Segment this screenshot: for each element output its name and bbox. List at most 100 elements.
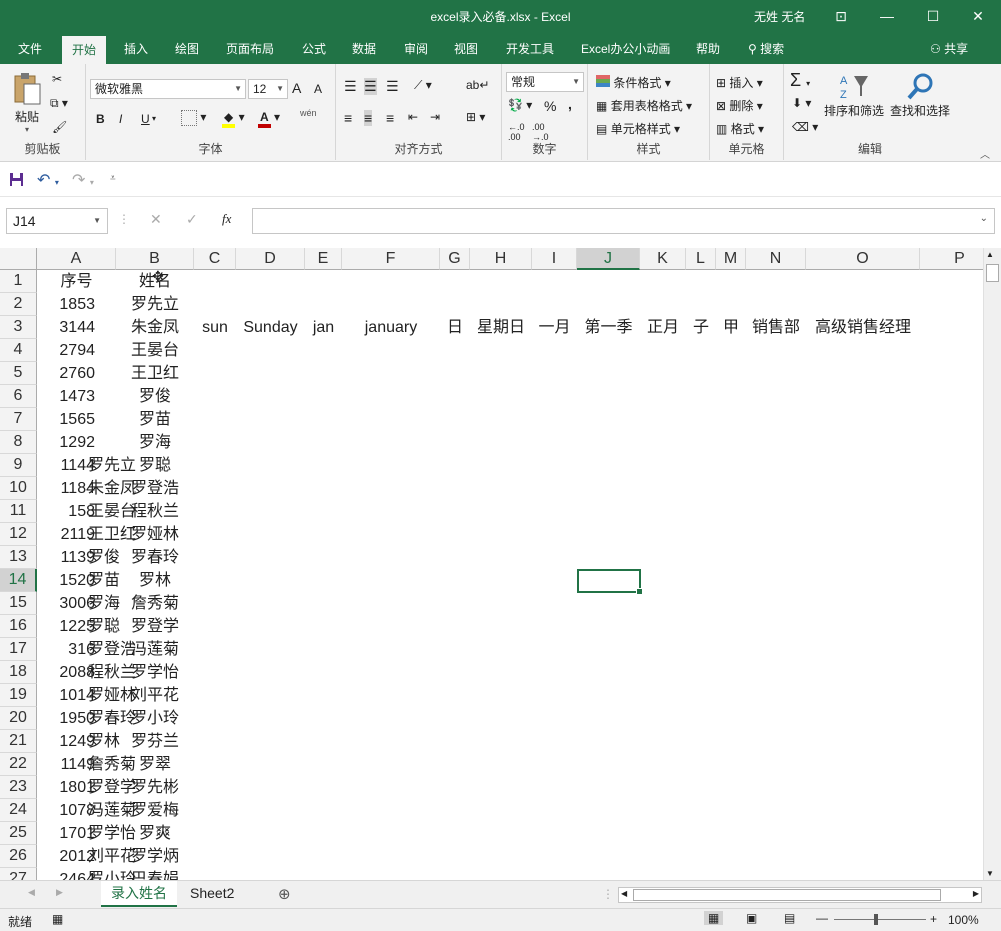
column-header-d[interactable]: D xyxy=(236,248,305,270)
tab-formulas[interactable]: 公式 xyxy=(298,34,330,64)
cell-a20[interactable]: 1950 xyxy=(37,707,95,730)
cell-a16[interactable]: 1225 xyxy=(37,615,95,638)
align-top-icon[interactable]: ☰ xyxy=(344,78,357,95)
align-center-icon[interactable]: ≡ xyxy=(364,110,373,126)
row-header-15[interactable]: 15 xyxy=(0,592,37,615)
cell-overflow-text[interactable]: 朱金凤 xyxy=(88,477,136,500)
cell-b5[interactable]: 王卫红 xyxy=(116,362,194,385)
row-header-7[interactable]: 7 xyxy=(0,408,37,431)
row-header-4[interactable]: 4 xyxy=(0,339,37,362)
tab-data[interactable]: 数据 xyxy=(348,34,380,64)
horizontal-scrollbar[interactable]: ◀ ▶ xyxy=(618,887,982,903)
bold-button[interactable]: B xyxy=(96,112,105,126)
column-header-j[interactable]: J xyxy=(577,248,640,270)
row-header-9[interactable]: 9 xyxy=(0,454,37,477)
find-select-button[interactable]: 查找和选择 xyxy=(890,72,950,119)
align-middle-icon[interactable]: ☰ xyxy=(364,78,377,95)
formula-input[interactable]: ⌄ xyxy=(252,208,995,234)
redo-icon[interactable]: ↷ ▾ xyxy=(72,170,94,190)
collapse-ribbon-icon[interactable]: ︿ xyxy=(980,146,990,161)
sheet-tab-active[interactable]: 录入姓名 xyxy=(101,881,177,907)
cell-b14[interactable]: 罗林 xyxy=(116,569,194,592)
tab-draw[interactable]: 绘图 xyxy=(171,34,203,64)
comma-style-button[interactable]: , xyxy=(568,96,572,112)
macro-record-icon[interactable]: ▦ xyxy=(52,912,63,926)
cell-a9[interactable]: 1144 xyxy=(37,454,95,477)
cell-a18[interactable]: 2088 xyxy=(37,661,95,684)
row-header-24[interactable]: 24 xyxy=(0,799,37,822)
cell-a5[interactable]: 2760 xyxy=(37,362,95,385)
page-layout-view-icon[interactable]: ▣ xyxy=(746,911,757,925)
column-header-n[interactable]: N xyxy=(746,248,806,270)
row-header-22[interactable]: 22 xyxy=(0,753,37,776)
cell-m3[interactable]: 甲 xyxy=(716,316,746,339)
row-header-20[interactable]: 20 xyxy=(0,707,37,730)
prev-sheet-icon[interactable]: ◀ xyxy=(28,887,35,898)
clear-icon[interactable]: ⌫ ▾ xyxy=(792,120,818,134)
cell-overflow-text[interactable]: 王晏台 xyxy=(88,500,136,523)
cell-a6[interactable]: 1473 xyxy=(37,385,95,408)
row-header-16[interactable]: 16 xyxy=(0,615,37,638)
cell-a7[interactable]: 1565 xyxy=(37,408,95,431)
increase-decimal-icon[interactable]: ←.0.00 xyxy=(508,122,525,142)
border-icon[interactable]: ▾ xyxy=(181,110,206,126)
font-name-combo[interactable]: 微软雅黑 ▼ xyxy=(90,79,246,99)
paste-button[interactable]: 粘贴 ▾ xyxy=(10,72,44,134)
customize-qat-icon[interactable]: ⩡ xyxy=(110,173,116,184)
cell-overflow-text[interactable]: 罗聪 xyxy=(88,615,120,638)
user-name[interactable]: 无姓 无名 xyxy=(754,8,805,25)
cell-overflow-text[interactable]: 冯莲菊 xyxy=(88,799,136,822)
row-header-23[interactable]: 23 xyxy=(0,776,37,799)
cell-a14[interactable]: 1520 xyxy=(37,569,95,592)
cell-i3[interactable]: 一月 xyxy=(532,316,577,339)
page-break-view-icon[interactable]: ▤ xyxy=(784,911,795,925)
scroll-up-icon[interactable]: ▲ xyxy=(986,250,994,259)
cell-b4[interactable]: 王晏台 xyxy=(116,339,194,362)
copy-icon[interactable]: ⧉ ▾ xyxy=(50,96,68,111)
insert-function-button[interactable]: fx xyxy=(222,211,231,227)
cell-overflow-text[interactable]: 程秋兰 xyxy=(88,661,136,684)
row-header-8[interactable]: 8 xyxy=(0,431,37,454)
cell-b21[interactable]: 罗芬兰 xyxy=(116,730,194,753)
align-left-icon[interactable]: ≡ xyxy=(344,110,352,126)
cut-icon[interactable]: ✂ xyxy=(52,72,62,86)
tab-insert[interactable]: 插入 xyxy=(120,34,152,64)
column-header-g[interactable]: G xyxy=(440,248,470,270)
conditional-format-button[interactable]: 条件格式 ▾ xyxy=(596,74,671,91)
row-header-12[interactable]: 12 xyxy=(0,523,37,546)
select-all-corner[interactable] xyxy=(0,248,37,270)
cell-overflow-text[interactable]: 罗俊 xyxy=(88,546,120,569)
cell-a13[interactable]: 1139 xyxy=(37,546,95,569)
row-header-6[interactable]: 6 xyxy=(0,385,37,408)
row-header-2[interactable]: 2 xyxy=(0,293,37,316)
worksheet-grid[interactable]: ABCDEFGHIJKLMNOP 1 2 3 4 5 6 7 8 9 10 11 12 13 14 15 16… xyxy=(0,248,983,880)
vertical-scrollbar[interactable]: ▲ ▼ xyxy=(983,248,1001,880)
column-header-e[interactable]: E xyxy=(305,248,342,270)
tab-review[interactable]: 审阅 xyxy=(400,34,432,64)
share-button[interactable]: ⚇ 共享 xyxy=(930,34,968,64)
cell-a17[interactable]: 316 xyxy=(37,638,95,661)
autosum-icon[interactable]: Σ ▾ xyxy=(790,70,810,91)
name-box[interactable]: J14 ▼ xyxy=(6,208,108,234)
align-bottom-icon[interactable]: ☰ xyxy=(386,78,399,95)
cell-c3[interactable]: sun xyxy=(194,316,236,339)
cell-overflow-text[interactable]: 王卫红 xyxy=(88,523,136,546)
cell-a11[interactable]: 158 xyxy=(37,500,95,523)
cell-b8[interactable]: 罗海 xyxy=(116,431,194,454)
cell-a4[interactable]: 2794 xyxy=(37,339,95,362)
column-header-o[interactable]: O xyxy=(806,248,920,270)
cell-overflow-text[interactable]: 罗学怡 xyxy=(88,822,136,845)
cell-f3[interactable]: january xyxy=(342,316,440,339)
cell-a23[interactable]: 1801 xyxy=(37,776,95,799)
column-header-c[interactable]: C xyxy=(194,248,236,270)
italic-button[interactable]: I xyxy=(119,112,122,126)
add-sheet-icon[interactable]: ⊕ xyxy=(278,885,291,903)
merge-center-icon[interactable]: ⊞ ▾ xyxy=(466,110,485,124)
cell-g3[interactable]: 日 xyxy=(440,316,470,339)
row-header-3[interactable]: 3 xyxy=(0,316,37,339)
scroll-right-icon[interactable]: ▶ xyxy=(973,889,979,898)
cell-j3[interactable]: 第一季 xyxy=(577,316,640,339)
cell-a1[interactable]: 序号 xyxy=(37,270,116,293)
row-header-25[interactable]: 25 xyxy=(0,822,37,845)
scroll-left-icon[interactable]: ◀ xyxy=(621,889,627,898)
